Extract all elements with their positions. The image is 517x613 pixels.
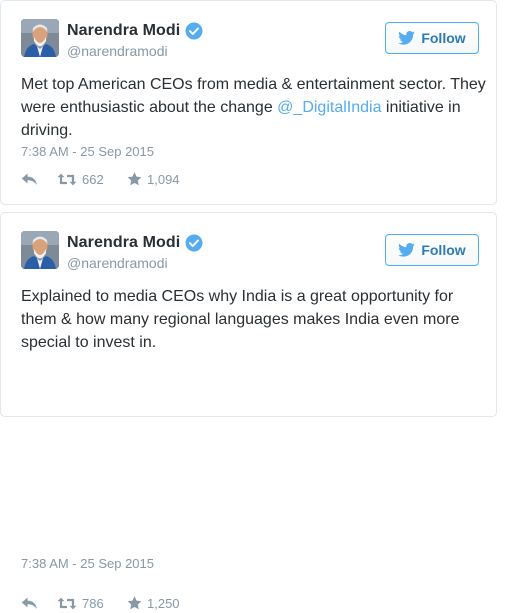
reply-button[interactable] [21,173,57,186]
mention-link[interactable]: @_DigitalIndia [277,99,381,116]
tweet-text: Explained to media CEOs why India is a g… [21,288,460,351]
retweet-count: 662 [82,171,104,187]
tweet-timestamp[interactable]: 7:38 AM - 25 Sep 2015 [21,144,154,159]
star-icon [127,596,142,610]
tweet-timestamp[interactable]: 7:38 AM - 25 Sep 2015 [21,556,154,571]
favorite-count: 1,094 [147,171,180,187]
tweet-card: Narendra Modi @narendramodi Follow Expla… [0,212,497,611]
tweet-actions: 662 1,094 [21,169,207,189]
avatar[interactable] [21,19,59,57]
favorite-button[interactable]: 1,250 [127,596,207,611]
verified-badge-icon [185,234,203,252]
author-name-row: Narendra Modi [67,232,203,254]
retweet-icon [57,173,77,185]
reply-arrow-icon [21,173,37,185]
avatar[interactable] [21,231,59,269]
twitter-bird-icon [398,243,416,257]
avatar-portrait-image [21,231,59,269]
reply-button[interactable] [21,597,57,610]
reply-arrow-icon [21,597,37,609]
retweet-count: 786 [82,595,104,611]
follow-button-label: Follow [421,30,466,46]
author-name-row: Narendra Modi [67,20,203,42]
tweet-actions: 786 1,250 [21,593,207,613]
twitter-bird-icon [398,31,416,45]
favorite-button[interactable]: 1,094 [127,172,207,187]
favorite-count: 1,250 [147,595,180,611]
retweet-icon [57,597,77,609]
follow-button-label: Follow [421,242,466,258]
avatar-portrait-image [21,19,59,57]
display-name[interactable]: Narendra Modi [67,234,180,252]
follow-button[interactable]: Follow [385,22,479,54]
tweet-text: Met top American CEOs from media & enter… [21,73,491,142]
star-icon [127,172,142,186]
display-name[interactable]: Narendra Modi [67,22,180,40]
follow-button[interactable]: Follow [385,234,479,266]
tweet-card: Narendra Modi @narendramodi Follow Met t… [0,0,497,205]
retweet-button[interactable]: 662 [57,172,127,187]
user-handle[interactable]: @narendramodi [67,43,168,59]
user-handle[interactable]: @narendramodi [67,255,168,271]
verified-badge-icon [185,22,203,40]
retweet-button[interactable]: 786 [57,596,127,611]
